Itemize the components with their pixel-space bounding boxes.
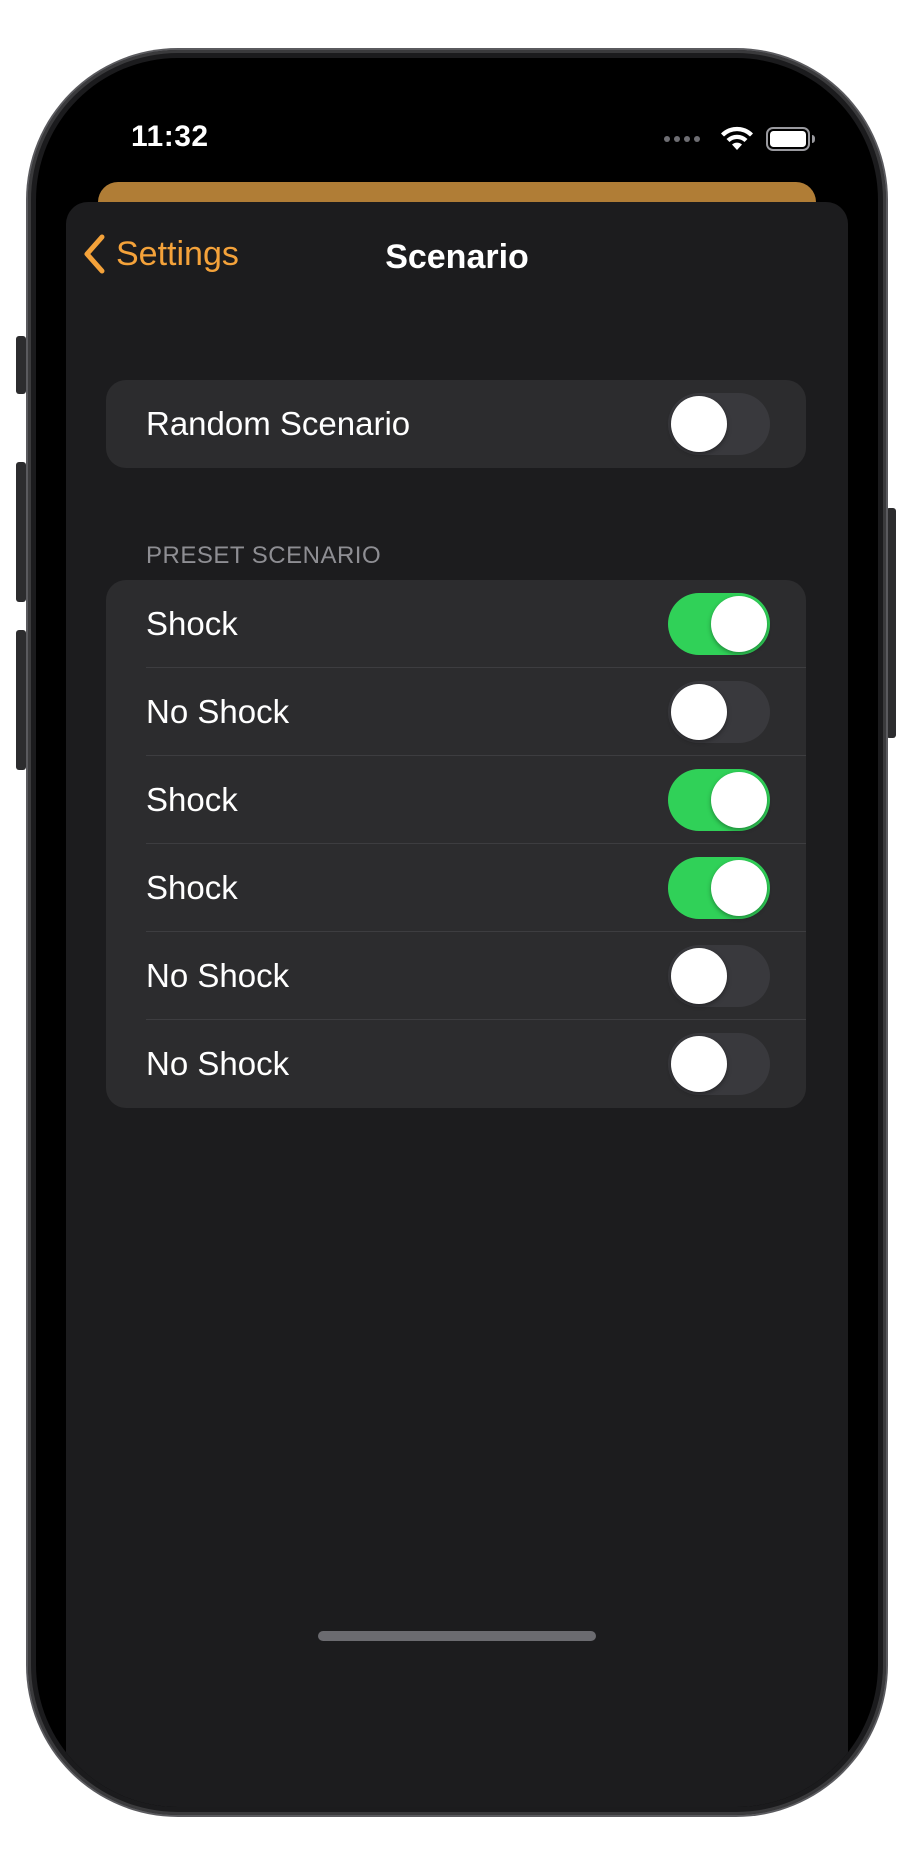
scenario-sheet: Settings Scenario Random Scenario PRESET… bbox=[66, 202, 848, 1807]
wifi-icon bbox=[721, 126, 753, 150]
preset-scenario-row-6: No Shock bbox=[106, 1020, 806, 1108]
volume-up-button bbox=[16, 462, 26, 602]
preset-scenario-label: No Shock bbox=[146, 957, 290, 994]
preset-scenario-row-4: Shock bbox=[106, 844, 806, 932]
preset-scenario-label: Shock bbox=[146, 869, 238, 906]
preset-scenario-label: No Shock bbox=[146, 693, 290, 730]
preset-scenario-row-1: Shock bbox=[106, 580, 806, 668]
phone-screen: 11:32 Settings Scenario Random Scenario … bbox=[36, 58, 878, 1807]
preset-scenario-row-5: No Shock bbox=[106, 932, 806, 1020]
cellular-signal-icon bbox=[664, 136, 700, 142]
preset-scenario-row-3: Shock bbox=[106, 756, 806, 844]
preset-scenario-toggle-4[interactable] bbox=[668, 857, 770, 919]
toggle-knob bbox=[671, 1036, 727, 1092]
random-scenario-group: Random Scenario bbox=[106, 380, 806, 468]
preset-scenario-label: No Shock bbox=[146, 1045, 290, 1082]
preset-scenario-label: Shock bbox=[146, 605, 238, 642]
toggle-knob bbox=[671, 396, 727, 452]
toggle-knob bbox=[711, 596, 767, 652]
preset-scenario-label: Shock bbox=[146, 781, 238, 818]
toggle-knob bbox=[671, 948, 727, 1004]
toggle-knob bbox=[671, 684, 727, 740]
preset-scenario-toggle-3[interactable] bbox=[668, 769, 770, 831]
preset-scenario-toggle-1[interactable] bbox=[668, 593, 770, 655]
home-indicator[interactable] bbox=[318, 1631, 596, 1641]
preset-scenario-row-2: No Shock bbox=[106, 668, 806, 756]
status-time: 11:32 bbox=[131, 120, 209, 153]
power-button bbox=[886, 508, 896, 738]
toggle-knob bbox=[711, 772, 767, 828]
random-scenario-label: Random Scenario bbox=[146, 405, 411, 442]
device-stage: 11:32 Settings Scenario Random Scenario … bbox=[0, 0, 912, 1865]
preset-scenario-toggle-6[interactable] bbox=[668, 1033, 770, 1095]
volume-down-button bbox=[16, 630, 26, 770]
preset-scenario-toggle-2[interactable] bbox=[668, 681, 770, 743]
preset-section-header: PRESET SCENARIO bbox=[146, 542, 382, 569]
mute-switch bbox=[16, 336, 26, 394]
battery-icon bbox=[766, 127, 815, 151]
page-title: Scenario bbox=[385, 238, 529, 276]
preset-scenario-group: Shock No Shock Shock Shock No Shock No S… bbox=[106, 580, 806, 1108]
status-icons bbox=[664, 126, 816, 152]
preset-scenario-toggle-5[interactable] bbox=[668, 945, 770, 1007]
toggle-knob bbox=[711, 860, 767, 916]
random-scenario-row: Random Scenario bbox=[106, 380, 806, 468]
random-scenario-toggle[interactable] bbox=[668, 393, 770, 455]
